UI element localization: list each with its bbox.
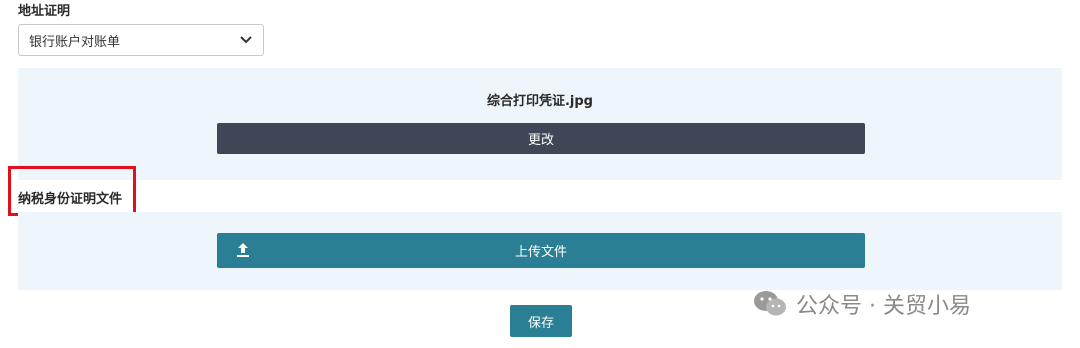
chevron-down-icon xyxy=(239,33,253,47)
tax-id-upload-panel: 上传文件 xyxy=(18,212,1062,290)
uploaded-file-name: 综合打印凭证.jpg xyxy=(486,94,593,109)
address-proof-select[interactable]: 银行账户对账单 xyxy=(18,24,264,56)
upload-file-button[interactable]: 上传文件 xyxy=(217,233,865,268)
tax-id-proof-label: 纳税身份证明文件 xyxy=(18,192,123,207)
watermark: 公众号 · 关贸小易 xyxy=(752,284,971,324)
upload-file-label: 上传文件 xyxy=(514,245,567,260)
upload-icon xyxy=(235,242,251,258)
change-file-button[interactable]: 更改 xyxy=(217,123,865,154)
watermark-text: 公众号 · 关贸小易 xyxy=(796,294,971,319)
address-proof-selected-value: 银行账户对账单 xyxy=(29,34,121,50)
wechat-icon xyxy=(754,291,786,316)
uploaded-file-panel: 综合打印凭证.jpg 更改 xyxy=(18,68,1062,180)
form-page: 地址证明 银行账户对账单 综合打印凭证.jpg 更改 纳税身份证明文件 上传文件… xyxy=(0,0,1080,348)
save-button[interactable]: 保存 xyxy=(510,305,572,337)
address-proof-label: 地址证明 xyxy=(18,4,71,19)
